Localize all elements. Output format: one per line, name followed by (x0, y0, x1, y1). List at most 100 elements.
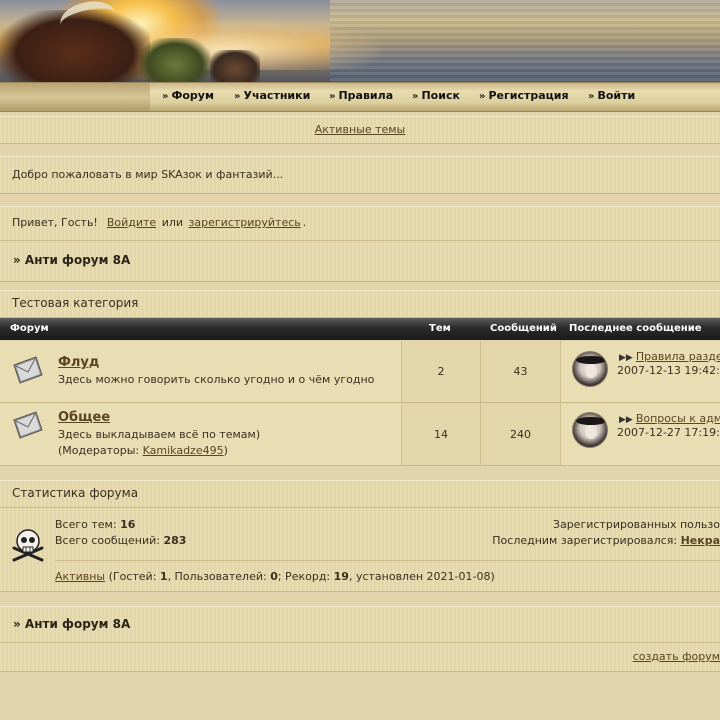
header-topics: Тем (429, 323, 451, 334)
breadcrumb[interactable]: » Анти форум 8А (13, 253, 130, 267)
main-nav: » Форум » Участники » Правила » Поиск » Регис… (0, 82, 720, 112)
forum-row: Общее Здесь выкладываем всё по темам) (М… (0, 404, 720, 466)
envelope-icon (13, 411, 43, 439)
forum-topics-count: 2 (402, 341, 481, 402)
record-count: 19 (333, 570, 349, 583)
go-to-post-icon[interactable]: ▶▶ (619, 415, 633, 425)
login-link[interactable]: Войдите (107, 216, 156, 229)
skull-crossbones-icon (12, 529, 44, 562)
online-text: ; Рекорд: (277, 570, 331, 583)
last-registered-user-link[interactable]: Некра (681, 534, 720, 547)
divider (0, 507, 720, 508)
online-users-link[interactable]: Активны (55, 570, 105, 583)
register-link[interactable]: зарегистрируйтесь (189, 216, 301, 229)
active-topics-bar: Активные темы (0, 116, 720, 144)
header-forum: Форум (10, 323, 49, 334)
forum-description: Здесь можно говорить сколько угодно и о … (58, 373, 375, 386)
create-forum-link[interactable]: создать форум (633, 650, 720, 663)
total-topics-value: 16 (120, 518, 136, 531)
last-registered-label: Последним зарегистрировался: (492, 534, 678, 547)
last-post-link[interactable]: Вопросы к адм (636, 412, 720, 425)
double-chevron-icon: » (234, 91, 241, 102)
banner-stripes (330, 0, 720, 82)
last-post-line: ▶▶ Правила разде (619, 350, 720, 363)
divider (55, 560, 720, 561)
moderator-link[interactable]: Kamikadze495 (143, 444, 224, 457)
avatar (572, 351, 608, 387)
greeting: Привет, Гость! Войдите или зарегистрируй… (12, 216, 306, 229)
category-header: Тестовая категория (0, 290, 720, 318)
moderators-suffix: ) (223, 444, 228, 457)
double-chevron-icon: » (162, 91, 169, 102)
total-posts: Всего сообщений: 283 (55, 534, 186, 547)
nav-forum[interactable]: » Форум (162, 89, 214, 105)
last-post-date: 2007-12-27 17:19: (617, 426, 720, 439)
double-chevron-icon: » (479, 91, 486, 102)
last-post-line: ▶▶ Вопросы к адм (619, 412, 720, 425)
stats-block: Статистика форума Всего тем: 16 Всего со… (0, 480, 720, 592)
guests-count: 1 (159, 570, 168, 583)
forum-name-link[interactable]: Общее (58, 410, 110, 425)
double-chevron-icon: » (588, 91, 595, 102)
greeting-or: или (161, 216, 184, 229)
last-post-date: 2007-12-13 19:42: (617, 364, 720, 377)
online-text: (Гостей: (108, 570, 157, 583)
total-topics: Всего тем: 16 (55, 518, 135, 531)
double-chevron-icon: » (412, 91, 419, 102)
active-topics-wrap: Активные темы (0, 123, 720, 136)
nav-search[interactable]: » Поиск (412, 89, 460, 105)
nav-register[interactable]: » Регистрация (479, 89, 569, 105)
forum-posts-count: 240 (481, 404, 561, 465)
last-post-link[interactable]: Правила разде (636, 350, 720, 363)
nav-rules-label: Правила (338, 89, 394, 102)
forum-posts-count: 43 (481, 341, 561, 402)
forum-main-cell: Общее Здесь выкладываем всё по темам) (М… (0, 404, 402, 465)
greeting-suffix: . (302, 216, 307, 229)
banner-character-orc (140, 38, 210, 82)
last-registered: Последним зарегистрировался: Некра (492, 534, 720, 547)
stats-title: Статистика форума (12, 486, 139, 500)
footer-block: » Анти форум 8А (0, 606, 720, 672)
greeting-block: Привет, Гость! Войдите или зарегистрируй… (0, 206, 720, 282)
online-summary: Активны (Гостей: 1, Пользователей: 0; Ре… (55, 570, 495, 583)
envelope-icon (13, 356, 43, 384)
moderators-prefix: (Модераторы: (58, 444, 140, 457)
nav-members-label: Участники (243, 89, 311, 102)
header-last-post: Последнее сообщение (569, 323, 702, 334)
forum-name-link[interactable]: Флуд (58, 355, 99, 370)
nav-search-label: Поиск (421, 89, 460, 102)
online-text: , Пользователей: (167, 570, 267, 583)
total-topics-label: Всего тем: (55, 518, 117, 531)
forum-last-post: ▶▶ Правила разде 2007-12-13 19:42: (561, 341, 720, 402)
greeting-prefix: Привет, Гость! (12, 216, 98, 229)
divider (0, 642, 720, 643)
total-posts-label: Всего сообщений: (55, 534, 160, 547)
active-topics-link[interactable]: Активные темы (315, 123, 406, 136)
online-text: , установлен 2021-01-08) (348, 570, 495, 583)
total-posts-value: 283 (163, 534, 187, 547)
header-banner (0, 0, 720, 82)
forum-topics-count: 14 (402, 404, 481, 465)
forum-row: Флуд Здесь можно говорить сколько угодно… (0, 341, 720, 403)
welcome-text: Добро пожаловать в мир SKAзок и фантазий… (12, 168, 284, 181)
nav-forum-label: Форум (171, 89, 214, 102)
banner-character-human (210, 50, 260, 82)
forum-description: Здесь выкладываем всё по темам) (58, 428, 261, 441)
nav-left-cap (0, 83, 150, 111)
double-chevron-icon: » (329, 91, 336, 102)
nav-members[interactable]: » Участники (234, 89, 310, 105)
nav-login[interactable]: » Войти (588, 89, 635, 105)
avatar (572, 412, 608, 448)
forum-moderators: (Модераторы: Kamikadze495) (58, 444, 228, 457)
forum-table-header: Форум Тем Сообщений Последнее сообщение (0, 318, 720, 340)
users-count: 0 (270, 570, 278, 583)
nav-login-label: Войти (597, 89, 636, 102)
nav-rules[interactable]: » Правила (329, 89, 393, 105)
divider (0, 240, 720, 241)
create-forum-wrap: создать форум (633, 650, 720, 663)
go-to-post-icon[interactable]: ▶▶ (619, 353, 633, 363)
forum-main-cell: Флуд Здесь можно говорить сколько угодно… (0, 341, 402, 402)
footer-breadcrumb[interactable]: » Анти форум 8А (13, 617, 130, 631)
welcome-block: Добро пожаловать в мир SKAзок и фантазий… (0, 156, 720, 194)
nav-register-label: Регистрация (488, 89, 569, 102)
